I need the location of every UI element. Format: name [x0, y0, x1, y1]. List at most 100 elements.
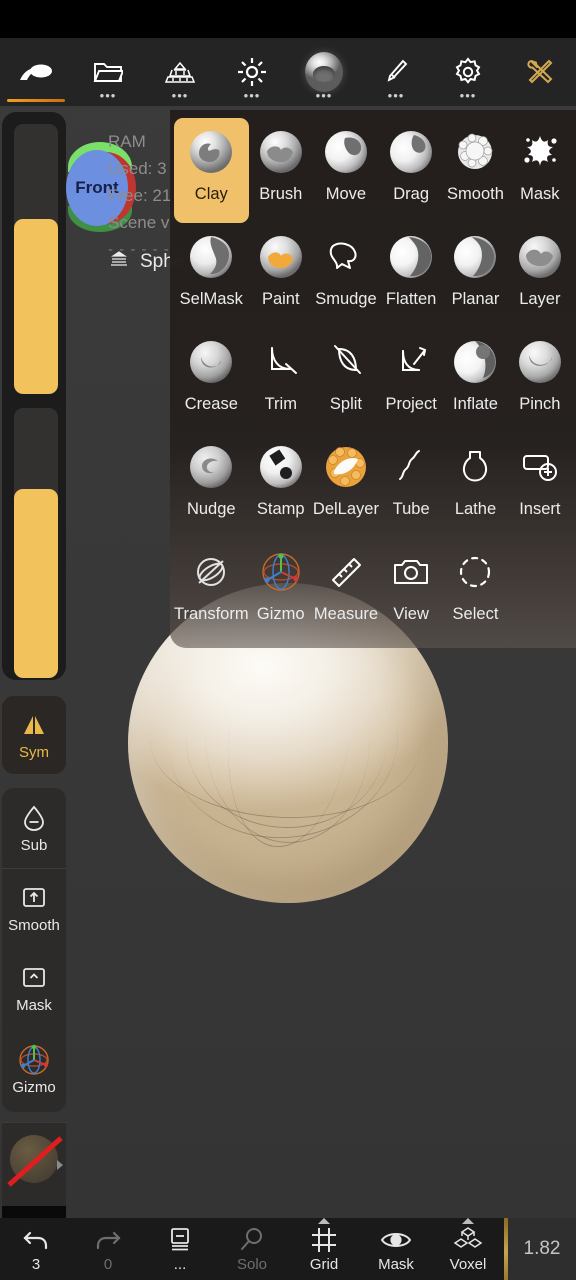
brush-inflate[interactable]: Inflate — [443, 328, 507, 433]
brush-tube[interactable]: Tube — [379, 433, 443, 538]
crease-ball-icon — [187, 338, 235, 386]
mask-button[interactable]: Mask — [2, 948, 66, 1028]
gizmo-axis-icon — [17, 1044, 51, 1075]
brush-label: Mask — [520, 185, 560, 203]
layers-stack-icon — [108, 250, 130, 274]
sun-icon — [232, 55, 272, 89]
layers-button[interactable]: ... — [144, 1218, 216, 1280]
brush-palette-panel: Clay Brush Move Drag Smooth Mask SelMask… — [170, 110, 576, 648]
overflow-dots[interactable]: ••• — [172, 89, 189, 102]
undo-button[interactable]: 3 — [0, 1218, 72, 1280]
smudge-finger-icon — [322, 233, 370, 281]
brush-stamp[interactable]: Stamp — [249, 433, 313, 538]
topology-tab[interactable]: ••• — [144, 38, 216, 106]
smooth-button[interactable]: Smooth — [2, 868, 66, 948]
brush-insert[interactable]: Insert — [508, 433, 572, 538]
move-ball-icon — [322, 128, 370, 176]
brush-drag[interactable]: Drag — [379, 118, 443, 223]
solo-button[interactable]: Solo — [216, 1218, 288, 1280]
nudge-ball-icon — [187, 443, 235, 491]
subtract-drop-icon — [21, 803, 47, 833]
gizmo-button[interactable]: Gizmo — [2, 1028, 66, 1112]
brush-label: Paint — [261, 290, 300, 308]
brush-selmask[interactable]: SelMask — [174, 223, 249, 328]
brush-label: Move — [325, 185, 367, 203]
settings-tab[interactable]: ••• — [432, 38, 504, 106]
layers-stack-icon — [160, 55, 200, 89]
brush-clay[interactable]: Clay — [174, 118, 249, 223]
brush-intensity-slider[interactable] — [14, 408, 58, 678]
layers-book-icon — [167, 1226, 193, 1254]
sculpt-tab[interactable] — [0, 38, 72, 106]
split-outline-icon — [322, 338, 370, 386]
lighting-tab[interactable]: ••• — [216, 38, 288, 106]
undo-count: 3 — [31, 1255, 41, 1273]
brush-label: Stamp — [256, 500, 305, 518]
brush-dellayer[interactable]: DelLayer — [313, 433, 379, 538]
caret-up-icon — [318, 1218, 330, 1224]
brush-lathe[interactable]: Lathe — [443, 433, 507, 538]
brush-smudge[interactable]: Smudge — [313, 223, 379, 328]
tools-tab[interactable] — [504, 38, 576, 106]
gear-icon — [448, 55, 488, 89]
brush-label: Insert — [519, 500, 561, 518]
brush-measure[interactable]: Measure — [313, 538, 379, 643]
overflow-dots[interactable]: ••• — [100, 89, 117, 102]
brush-label: Layer — [519, 290, 561, 308]
grid-label: Grid — [309, 1255, 339, 1273]
insert-plus-icon — [516, 443, 564, 491]
inflate-ball-icon — [451, 338, 499, 386]
brush-view[interactable]: View — [379, 538, 443, 643]
brush-select[interactable]: Select — [443, 538, 507, 643]
material-tab[interactable]: ••• — [288, 38, 360, 106]
brush-label: Project — [385, 395, 437, 413]
brush-label: Gizmo — [256, 605, 305, 623]
brush-split[interactable]: Split — [313, 328, 379, 433]
stamp-ball-icon — [257, 443, 305, 491]
brush-flatten[interactable]: Flatten — [379, 223, 443, 328]
sub-button[interactable]: Sub — [2, 788, 66, 868]
mask-up-icon — [19, 963, 49, 993]
gizmo-label: Gizmo — [12, 1078, 56, 1096]
grid-button[interactable]: Grid — [288, 1218, 360, 1280]
mask-view-button[interactable]: Mask — [360, 1218, 432, 1280]
camera-icon — [387, 548, 435, 596]
sym-button[interactable]: Sym — [2, 696, 66, 774]
paint-tab[interactable]: ••• — [360, 38, 432, 106]
brush-paint[interactable]: Paint — [249, 223, 313, 328]
bottom-toolbar: 3 0 ... Solo Grid Mask Voxel — [0, 1218, 576, 1280]
overflow-dots[interactable]: ••• — [244, 89, 261, 102]
brush-move[interactable]: Move — [313, 118, 379, 223]
brush-label: Brush — [259, 185, 303, 203]
brush-transform[interactable]: Transform — [174, 538, 249, 643]
files-tab[interactable]: ••• — [72, 38, 144, 106]
redo-button[interactable]: 0 — [72, 1218, 144, 1280]
mask-view-label: Mask — [378, 1255, 414, 1273]
pinch-ball-icon — [516, 338, 564, 386]
voxel-button[interactable]: Voxel — [432, 1218, 504, 1280]
voxel-label: Voxel — [449, 1255, 487, 1273]
brush-smooth[interactable]: Smooth — [443, 118, 507, 223]
brush-label: Pinch — [519, 395, 561, 413]
brush-crease[interactable]: Crease — [174, 328, 249, 433]
brush-trim[interactable]: Trim — [249, 328, 313, 433]
brush-project[interactable]: Project — [379, 328, 443, 433]
planar-ball-icon — [451, 233, 499, 281]
brush-label: Flatten — [385, 290, 437, 308]
left-sidebar: Sym Sub Smooth Mask Gizmo — [0, 110, 68, 1280]
brush-nudge[interactable]: Nudge — [174, 433, 249, 538]
overflow-dots[interactable]: ••• — [388, 89, 405, 102]
ruler-icon — [322, 548, 370, 596]
solo-label: Solo — [236, 1255, 268, 1273]
brush-mask[interactable]: Mask — [508, 118, 572, 223]
material-swatch[interactable] — [2, 1122, 66, 1206]
overflow-dots[interactable]: ••• — [316, 89, 333, 102]
brush-gizmo[interactable]: Gizmo — [249, 538, 313, 643]
overflow-dots[interactable]: ••• — [460, 89, 477, 102]
brush-planar[interactable]: Planar — [443, 223, 507, 328]
brush-layer[interactable]: Layer — [508, 223, 572, 328]
brush-brush[interactable]: Brush — [249, 118, 313, 223]
brush-radius-slider[interactable] — [14, 124, 58, 394]
redo-count: 0 — [103, 1255, 113, 1273]
brush-pinch[interactable]: Pinch — [508, 328, 572, 433]
